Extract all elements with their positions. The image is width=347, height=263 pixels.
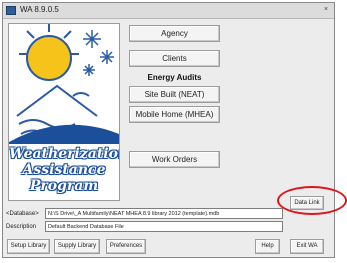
close-icon[interactable]: ×: [320, 5, 332, 15]
logo-line-3: Program: [29, 178, 99, 194]
database-label: <Database>: [6, 211, 39, 217]
weatherization-logo: Weatherization Assistance Program: [8, 23, 120, 201]
setup-library-button[interactable]: Setup Library: [7, 239, 50, 254]
energy-audits-heading: Energy Audits: [147, 73, 202, 82]
app-icon: [6, 6, 16, 15]
mobile-home-mhea-button[interactable]: Mobile Home (MHEA): [129, 106, 220, 123]
database-path-field[interactable]: N:\S Drive\_A Multifamily\NEAT MHEA 8.9 …: [45, 208, 283, 219]
title-bar: WA 8.9.0.5 ×: [3, 3, 334, 19]
site-built-neat-button[interactable]: Site Built (NEAT): [129, 86, 220, 103]
supply-library-button[interactable]: Supply Library: [54, 239, 100, 254]
window-title: WA 8.9.0.5: [20, 5, 59, 14]
exit-wa-button[interactable]: Exit WA: [290, 239, 324, 254]
preferences-button[interactable]: Preferences: [106, 239, 146, 254]
logo-line-1: Weatherization: [9, 146, 120, 162]
clients-button[interactable]: Clients: [129, 50, 220, 67]
logo-line-2: Assistance: [22, 162, 106, 178]
work-orders-button[interactable]: Work Orders: [129, 151, 220, 168]
agency-button[interactable]: Agency: [129, 25, 220, 42]
data-link-highlight-circle: [277, 186, 347, 215]
description-label: Description: [6, 224, 37, 230]
description-field[interactable]: Default Backend Database File: [45, 221, 283, 232]
sun-house-illustration: [9, 24, 119, 144]
help-button[interactable]: Help: [255, 239, 280, 254]
main-window: WA 8.9.0.5 × Weatherization Assistance P…: [2, 2, 335, 258]
logo-text: Weatherization Assistance Program: [9, 146, 119, 194]
